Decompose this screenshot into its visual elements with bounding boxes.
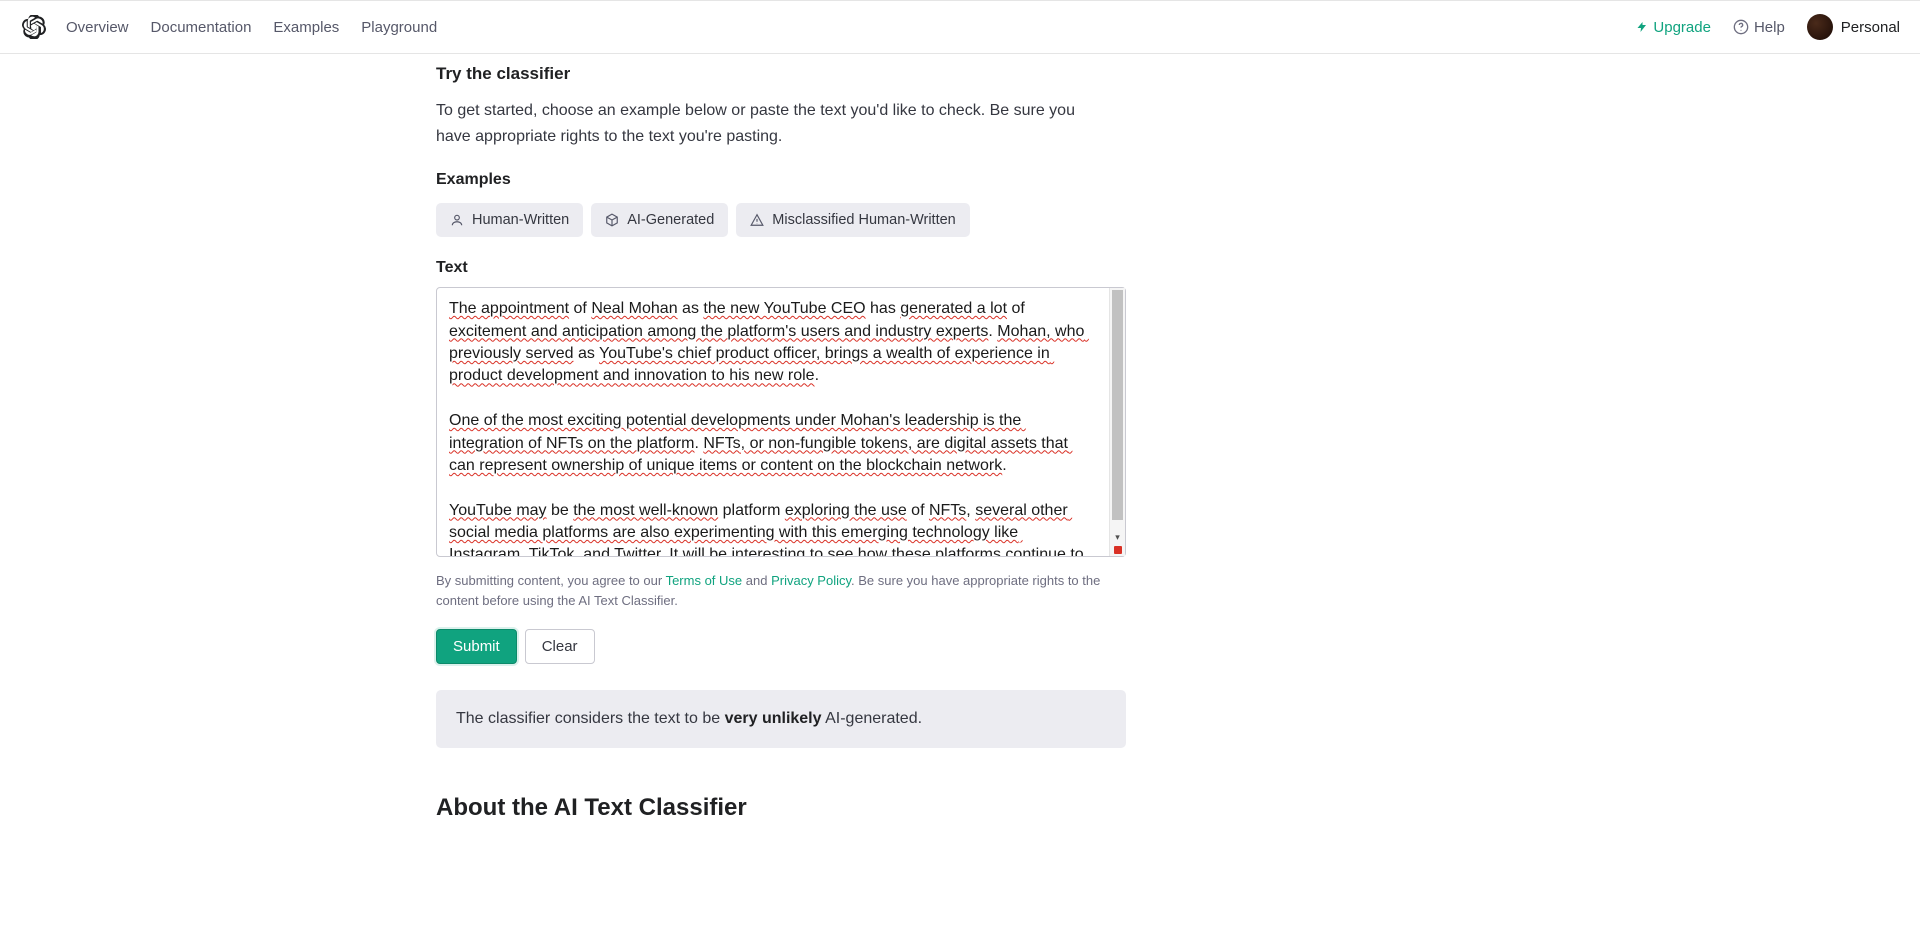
result-prefix: The classifier considers the text to be — [456, 710, 725, 727]
chip-human-label: Human-Written — [472, 212, 569, 228]
nav-examples[interactable]: Examples — [273, 19, 339, 36]
main-content: Try the classifier To get started, choos… — [436, 54, 1126, 882]
text-input-content[interactable]: The appointment of Neal Mohan as the new… — [437, 288, 1109, 556]
submit-button[interactable]: Submit — [436, 629, 517, 664]
help-icon — [1733, 19, 1749, 35]
scroll-down-icon[interactable]: ▾ — [1110, 530, 1125, 544]
warning-icon — [750, 213, 764, 227]
nav-right: Upgrade Help Personal — [1636, 14, 1900, 40]
legal-text: By submitting content, you agree to our … — [436, 571, 1126, 611]
upgrade-label: Upgrade — [1653, 19, 1711, 36]
text-heading: Text — [436, 259, 1126, 277]
avatar-icon — [1807, 14, 1833, 40]
page-scroll[interactable]: Try the classifier To get started, choos… — [0, 54, 1920, 938]
examples-heading: Examples — [436, 171, 1126, 189]
openai-logo-icon[interactable] — [20, 13, 48, 41]
bolt-icon — [1636, 21, 1648, 33]
nav-links: Overview Documentation Examples Playgrou… — [66, 19, 437, 36]
legal-and: and — [742, 573, 771, 588]
intro-text: To get started, choose an example below … — [436, 98, 1076, 149]
help-label: Help — [1754, 19, 1785, 36]
result-box: The classifier considers the text to be … — [436, 690, 1126, 748]
result-verdict: very unlikely — [725, 710, 822, 727]
account-label: Personal — [1841, 19, 1900, 36]
chip-misclass-label: Misclassified Human-Written — [772, 212, 955, 228]
chip-ai-label: AI-Generated — [627, 212, 714, 228]
upgrade-link[interactable]: Upgrade — [1636, 19, 1711, 36]
about-heading: About the AI Text Classifier — [436, 794, 1126, 822]
nav-documentation[interactable]: Documentation — [151, 19, 252, 36]
privacy-link[interactable]: Privacy Policy — [771, 573, 851, 588]
text-input[interactable]: The appointment of Neal Mohan as the new… — [436, 287, 1126, 557]
help-link[interactable]: Help — [1733, 19, 1785, 36]
nav-overview[interactable]: Overview — [66, 19, 129, 36]
result-suffix: AI-generated. — [822, 710, 923, 727]
grammarly-indicator-icon — [1114, 546, 1122, 554]
top-nav: Overview Documentation Examples Playgrou… — [0, 0, 1920, 54]
scrollbar-thumb[interactable] — [1112, 290, 1123, 520]
cube-icon — [605, 213, 619, 227]
chip-misclassified[interactable]: Misclassified Human-Written — [736, 203, 969, 237]
account-menu[interactable]: Personal — [1807, 14, 1900, 40]
textarea-scrollbar[interactable]: ▾ — [1109, 288, 1125, 556]
legal-prefix: By submitting content, you agree to our — [436, 573, 666, 588]
example-chips: Human-Written AI-Generated Misclassified… — [436, 203, 1126, 237]
try-heading: Try the classifier — [436, 64, 1126, 84]
action-buttons: Submit Clear — [436, 629, 1126, 664]
nav-playground[interactable]: Playground — [361, 19, 437, 36]
terms-link[interactable]: Terms of Use — [666, 573, 743, 588]
chip-ai-generated[interactable]: AI-Generated — [591, 203, 728, 237]
chip-human-written[interactable]: Human-Written — [436, 203, 583, 237]
clear-button[interactable]: Clear — [525, 629, 595, 664]
person-icon — [450, 213, 464, 227]
